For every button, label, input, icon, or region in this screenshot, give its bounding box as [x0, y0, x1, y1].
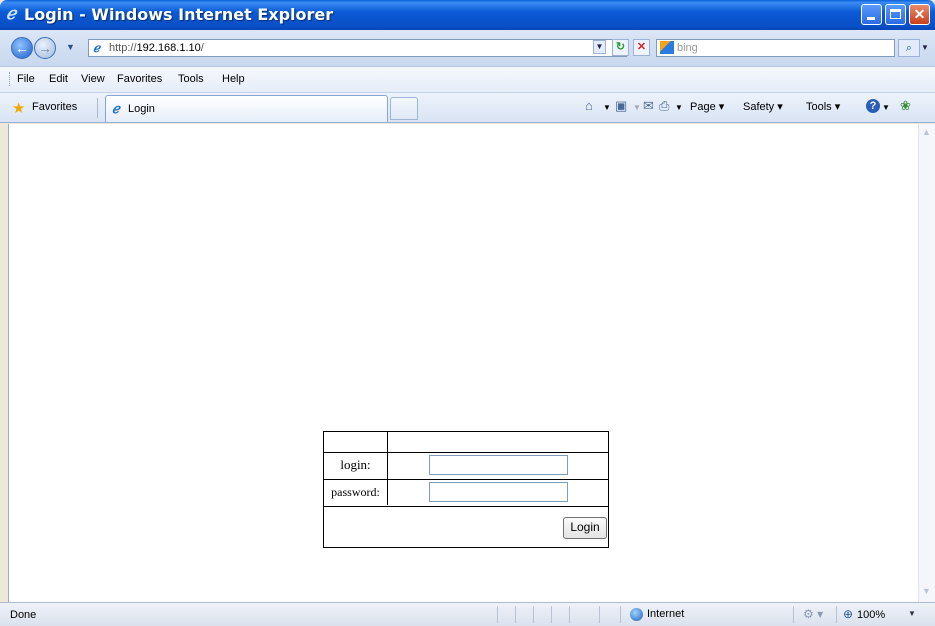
search-input[interactable]: bing — [656, 39, 895, 57]
home-icon[interactable]: ⌂ — [585, 98, 593, 113]
minimize-icon — [867, 17, 875, 20]
tab-label: Login — [128, 103, 155, 115]
ie-page-icon: ℯ — [112, 101, 120, 116]
tab-bar: ★ Favorites ℯ Login ⌂ ▼ ▣ ▼ ✉ ⎙ ▼ Page ▾… — [0, 92, 935, 123]
safety-menu[interactable]: Safety ▾ — [743, 100, 783, 113]
menu-tools[interactable]: Tools — [178, 73, 204, 85]
address-dropdown-button[interactable]: ▼ — [593, 40, 606, 54]
menu-edit[interactable]: Edit — [49, 73, 68, 85]
magnifier-icon: ⌕ — [905, 42, 913, 54]
star-icon[interactable]: ★ — [12, 99, 25, 117]
status-separator — [569, 606, 570, 623]
url-prefix: http:// — [109, 42, 137, 54]
feeds-dropdown[interactable]: ▼ — [633, 103, 641, 112]
maximize-button[interactable] — [885, 4, 906, 25]
window-title: Login - Windows Internet Explorer — [24, 5, 334, 24]
printer-icon[interactable]: ⎙ — [659, 98, 669, 114]
ie-logo-icon: ℯ — [6, 4, 17, 23]
page-menu[interactable]: Page ▾ — [690, 100, 724, 113]
print-dropdown[interactable]: ▼ — [675, 103, 683, 112]
bing-logo-icon — [660, 41, 674, 54]
login-input[interactable] — [429, 455, 568, 475]
cell-divider — [387, 432, 388, 479]
rss-feed-icon[interactable]: ▣ — [615, 98, 627, 114]
zoom-dropdown[interactable]: ▼ — [908, 609, 916, 618]
password-label: password: — [331, 485, 380, 499]
tools-menu-label: Tools — [806, 101, 832, 113]
menu-bar: File Edit View Favorites Tools Help — [0, 66, 935, 92]
close-button[interactable]: ✕ — [909, 4, 930, 25]
search-placeholder: bing — [677, 42, 698, 54]
status-separator — [515, 606, 516, 623]
search-button[interactable]: ⌕ — [898, 39, 920, 57]
toolbar-grip[interactable] — [9, 72, 12, 86]
login-label: login: — [340, 457, 371, 472]
favorites-button[interactable]: Favorites — [32, 101, 77, 113]
mail-icon[interactable]: ✉ — [643, 98, 654, 114]
scroll-up-icon[interactable]: ▲ — [922, 127, 931, 137]
status-separator — [497, 606, 498, 623]
search-options-dropdown[interactable]: ▼ — [921, 39, 933, 57]
vertical-scrollbar[interactable]: ▲ ▼ — [918, 124, 935, 602]
refresh-button[interactable]: ↻ — [612, 39, 629, 56]
status-separator — [599, 606, 600, 623]
status-bar: Done Internet ⚙ ▾ ⊕ 100% ▼ — [0, 602, 935, 626]
zoom-icon[interactable]: ⊕ — [843, 607, 853, 621]
forward-arrow-icon: → — [38, 40, 52, 56]
tools-menu[interactable]: Tools ▾ — [806, 100, 840, 113]
page-menu-label: Page — [690, 101, 716, 113]
tab-login[interactable]: ℯ Login — [105, 95, 388, 122]
login-form: login: password: Login — [323, 431, 609, 548]
back-button[interactable]: ← — [11, 37, 33, 59]
browser-window: ℯ Login - Windows Internet Explorer ✕ ← … — [0, 0, 935, 626]
address-url[interactable]: http://192.168.1.10/ — [109, 42, 204, 54]
cell-divider — [387, 479, 388, 505]
stop-button[interactable]: ✕ — [633, 39, 650, 56]
status-separator — [533, 606, 534, 623]
new-tab-button[interactable] — [390, 97, 418, 120]
title-bar[interactable]: ℯ Login - Windows Internet Explorer ✕ — [0, 0, 935, 30]
tab-separator — [97, 98, 98, 118]
refresh-icon: ↻ — [615, 41, 626, 53]
stop-icon: ✕ — [636, 41, 647, 53]
row-divider — [324, 506, 608, 507]
menu-help[interactable]: Help — [222, 73, 245, 85]
help-dropdown[interactable]: ▼ — [882, 103, 890, 112]
status-separator — [836, 606, 837, 623]
status-separator — [551, 606, 552, 623]
maximize-icon — [890, 9, 901, 19]
help-icon[interactable]: ? — [866, 99, 880, 113]
status-separator — [620, 606, 621, 623]
address-bar[interactable]: ℯ http://192.168.1.10/ — [88, 39, 627, 57]
row-divider — [324, 479, 608, 480]
globe-icon — [630, 608, 643, 621]
menu-file[interactable]: File — [17, 73, 35, 85]
password-input[interactable] — [429, 482, 568, 502]
status-text: Done — [10, 609, 37, 621]
ie-page-icon: ℯ — [93, 41, 101, 55]
minimize-button[interactable] — [861, 4, 882, 25]
forward-button[interactable]: → — [34, 37, 56, 59]
url-suffix: / — [200, 42, 204, 54]
url-host: 192.168.1.10 — [136, 42, 201, 54]
row-divider — [324, 452, 608, 453]
close-icon: ✕ — [913, 6, 926, 22]
security-zone[interactable]: Internet — [647, 608, 684, 620]
menu-view[interactable]: View — [81, 73, 105, 85]
status-separator — [793, 606, 794, 623]
safety-menu-label: Safety — [743, 101, 775, 113]
back-arrow-icon: ← — [15, 40, 29, 56]
research-icon[interactable]: ❀ — [900, 98, 911, 114]
chevron-down-icon: ▼ — [595, 42, 604, 51]
scroll-down-icon[interactable]: ▼ — [922, 586, 931, 596]
menu-favorites[interactable]: Favorites — [117, 73, 162, 85]
recent-pages-dropdown[interactable]: ▼ — [66, 42, 75, 52]
home-dropdown[interactable]: ▼ — [603, 103, 611, 112]
zoom-level[interactable]: 100% — [857, 609, 885, 621]
login-button[interactable]: Login — [563, 517, 607, 539]
protected-mode-icon[interactable]: ⚙ ▾ — [803, 607, 823, 621]
